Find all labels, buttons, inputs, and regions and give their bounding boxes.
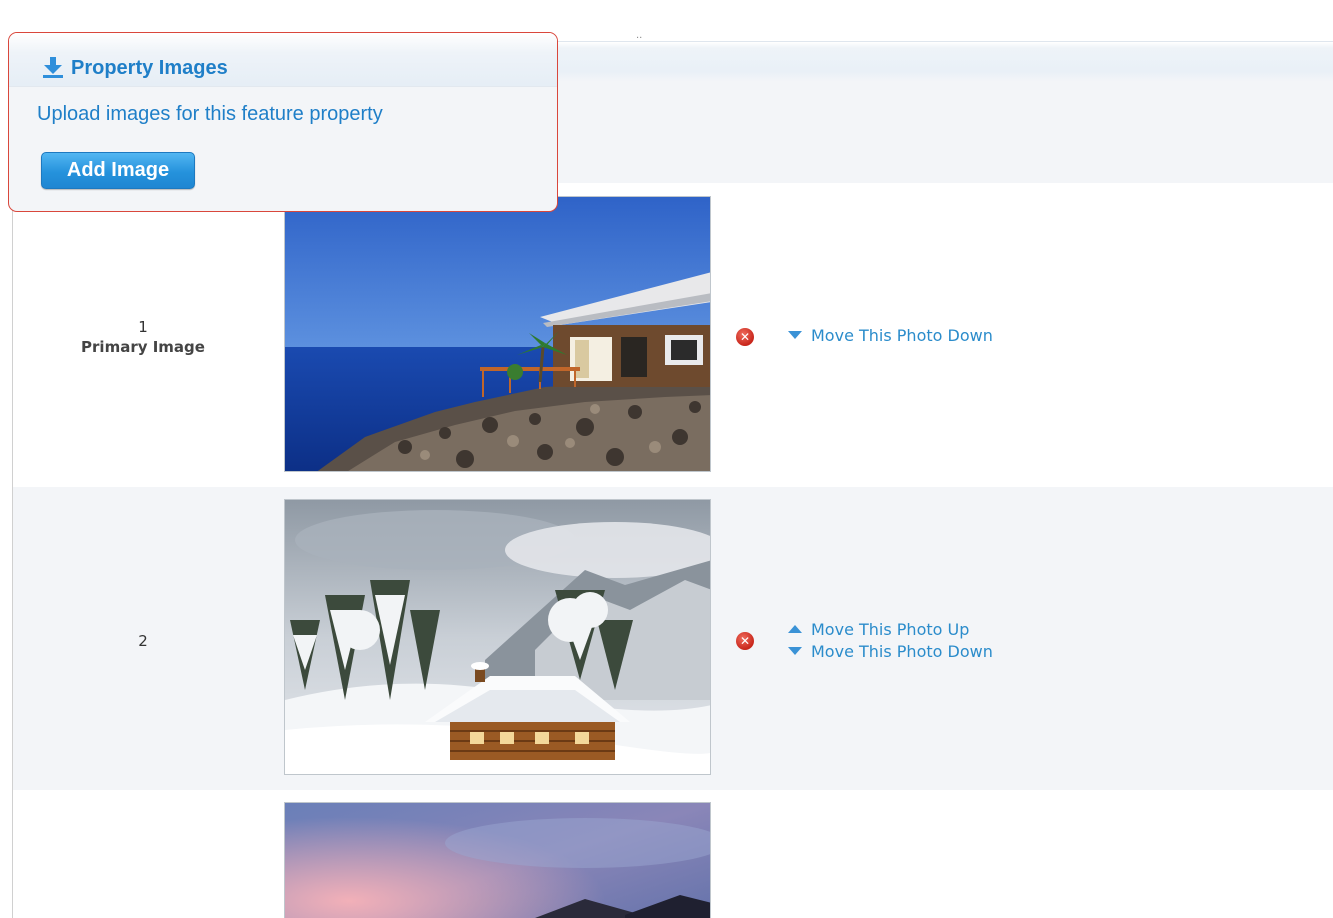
photo-row-3	[13, 790, 1333, 918]
property-photo-house-sunset	[284, 802, 711, 918]
photo-order-number: 2	[138, 632, 148, 650]
close-circle-icon: ✕	[739, 330, 751, 344]
panel-description: Upload images for this feature property	[37, 103, 383, 125]
property-photo-house-cliff	[284, 196, 711, 472]
panel-header: Property Images	[9, 33, 557, 87]
header-mark: ··	[636, 33, 643, 44]
photo-row-1: 1 Primary Image ✕ Move This Photo Down	[13, 183, 1333, 487]
move-photo-down-label: Move This Photo Down	[811, 325, 993, 345]
triangle-down-icon	[788, 331, 802, 339]
photo-row-2: 2 ✕ Move This Photo Up Move This Photo D…	[13, 487, 1333, 790]
panel-title: Property Images	[71, 57, 228, 79]
triangle-up-icon	[788, 625, 802, 633]
download-icon	[43, 56, 63, 79]
move-photo-up-link[interactable]: Move This Photo Up	[788, 618, 993, 640]
primary-image-label: Primary Image	[81, 338, 205, 356]
delete-photo-button[interactable]: ✕	[736, 328, 754, 346]
triangle-down-icon	[788, 647, 802, 655]
add-image-button[interactable]: Add Image	[41, 152, 195, 189]
move-photo-up-label: Move This Photo Up	[811, 619, 970, 639]
photo-order-number: 1	[138, 318, 148, 336]
property-images-panel: Property Images Upload images for this f…	[8, 32, 558, 212]
photo-order: 1 Primary Image	[13, 317, 273, 357]
close-circle-icon: ✕	[739, 634, 751, 648]
photo-order: 2	[13, 631, 273, 651]
move-photo-down-label: Move This Photo Down	[811, 641, 993, 661]
property-photo-snowy-cabin	[284, 499, 711, 775]
move-photo-down-link[interactable]: Move This Photo Down	[788, 324, 993, 346]
move-photo-down-link[interactable]: Move This Photo Down	[788, 640, 993, 662]
photo-move-actions: Move This Photo Up Move This Photo Down	[788, 618, 993, 662]
photo-move-actions: Move This Photo Down	[788, 324, 993, 346]
delete-photo-button[interactable]: ✕	[736, 632, 754, 650]
